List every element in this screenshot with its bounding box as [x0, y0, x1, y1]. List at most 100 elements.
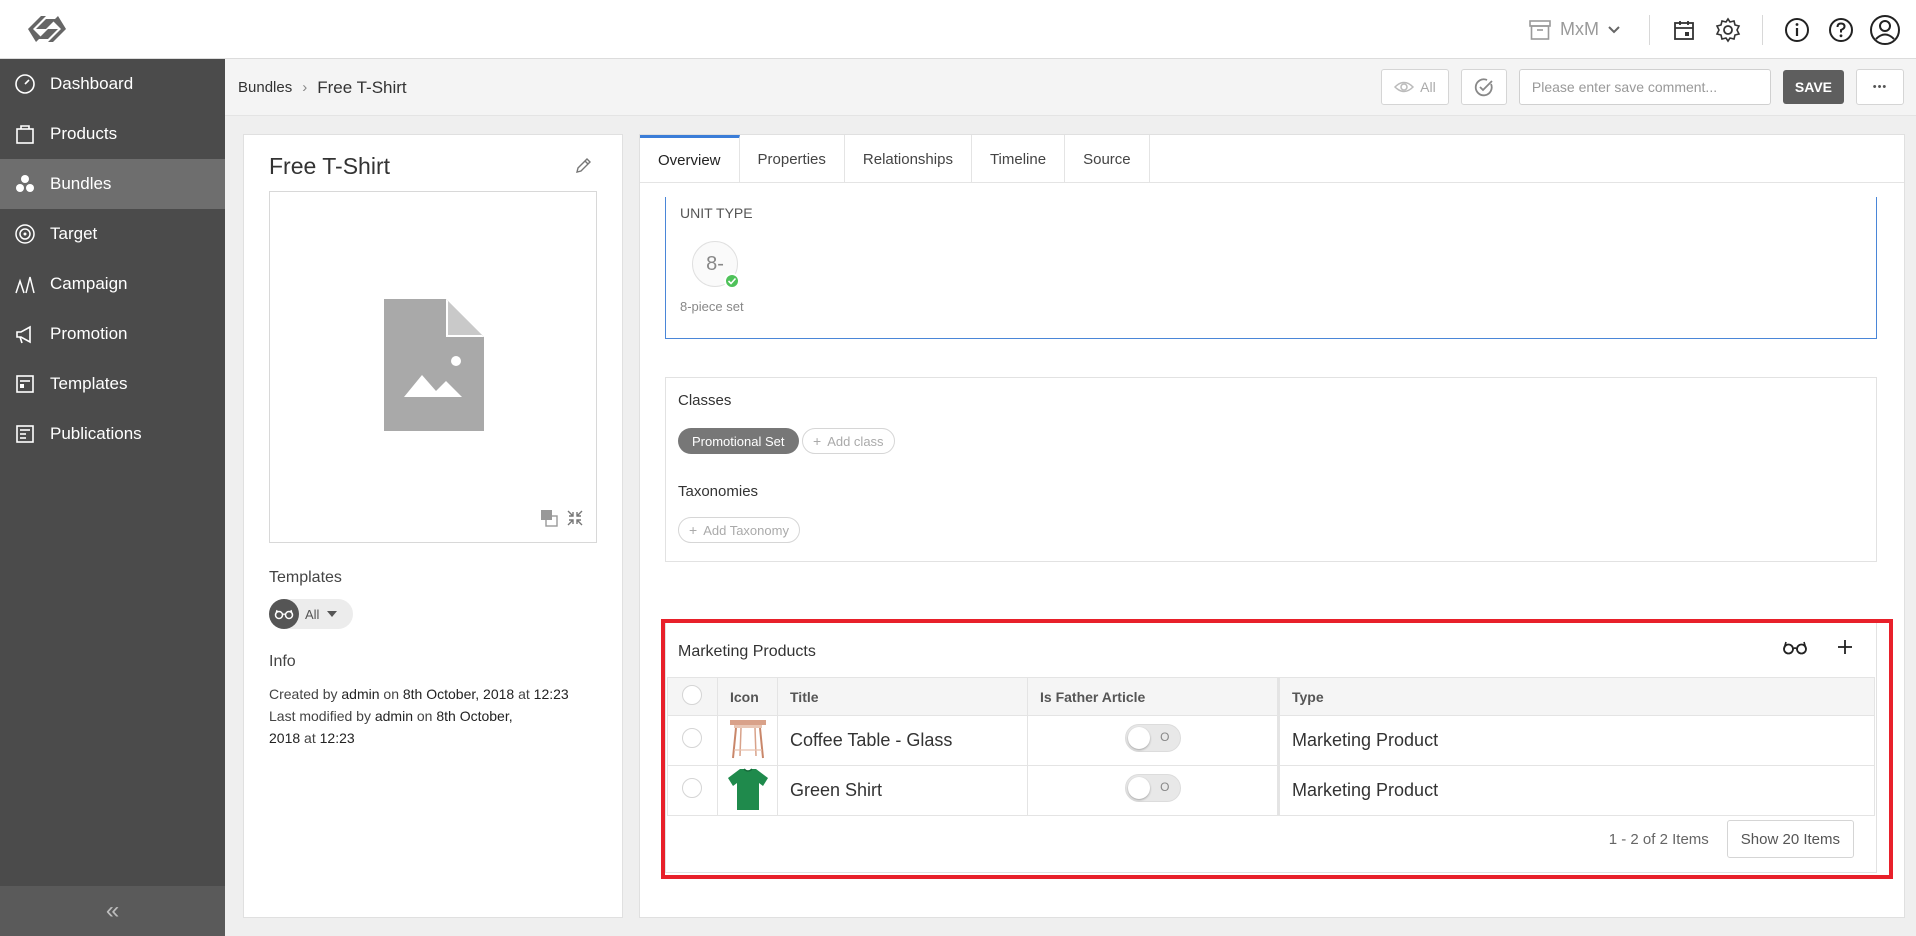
created-line: Created by admin on 8th October, 2018 at…: [269, 683, 599, 705]
calendar-icon[interactable]: [1667, 13, 1701, 47]
collapse-icon[interactable]: [566, 509, 584, 530]
more-icon: •••: [1872, 81, 1888, 93]
modified-date: 8th October,: [436, 708, 513, 724]
help-icon[interactable]: [1824, 13, 1858, 47]
product-thumbnail: [717, 765, 778, 816]
double-chevron-left-icon: «: [105, 897, 120, 924]
bundle-detail-panel: Overview Properties Relationships Timeli…: [639, 134, 1905, 918]
templates-selector[interactable]: All: [269, 599, 353, 629]
classes-label: Classes: [678, 392, 732, 409]
row-checkbox[interactable]: [667, 765, 718, 816]
unit-type-label: 8-piece set: [680, 299, 744, 314]
sidebar-item-label: Campaign: [50, 274, 128, 293]
pagination: 1 - 2 of 2 Items Show 20 Items: [1609, 820, 1854, 858]
tab-properties[interactable]: Properties: [740, 135, 845, 183]
sidebar-item-products[interactable]: Products: [0, 109, 225, 159]
sidebar-item-label: Dashboard: [50, 74, 134, 93]
check-button[interactable]: [1460, 69, 1507, 105]
table-row[interactable]: Green Shirt O Marketing Product: [667, 765, 1875, 816]
gear-icon[interactable]: [1711, 13, 1745, 47]
tab-timeline[interactable]: Timeline: [972, 135, 1066, 183]
row-checkbox[interactable]: [667, 715, 718, 766]
sidebar-item-publications[interactable]: Publications: [0, 409, 225, 459]
caret-down-icon: [327, 611, 338, 617]
column-header-father-article[interactable]: Is Father Article: [1027, 677, 1280, 716]
divider: [1762, 14, 1763, 45]
product-type: Marketing Product: [1278, 765, 1875, 816]
replace-image-icon[interactable]: [540, 509, 558, 530]
tab-relationships[interactable]: Relationships: [845, 135, 972, 183]
user-icon[interactable]: [1868, 13, 1902, 47]
breadcrumb-current: Free T-Shirt: [317, 77, 407, 97]
add-class-button[interactable]: + Add class: [802, 428, 895, 454]
sidebar-item-bundles[interactable]: Bundles: [0, 159, 225, 209]
created-prefix: Created by: [269, 686, 338, 702]
father-article-toggle[interactable]: O: [1124, 774, 1181, 802]
save-comment-input[interactable]: [1518, 69, 1771, 105]
breadcrumb-separator: ›: [302, 79, 308, 96]
pencil-icon[interactable]: [574, 157, 592, 178]
info-label: Info: [269, 653, 296, 670]
bundle-summary-panel: Free T-Shirt Templates All Info Created …: [243, 134, 623, 918]
unit-type-title: UNIT TYPE: [680, 205, 753, 221]
sidebar-item-dashboard[interactable]: Dashboard: [0, 59, 225, 109]
tab-source[interactable]: Source: [1065, 135, 1150, 183]
chevron-down-icon: [1608, 25, 1620, 33]
glasses-icon: [269, 599, 299, 629]
view-all-button[interactable]: All: [1380, 69, 1449, 105]
modified-line-2: 2018 at 12:23: [269, 727, 599, 749]
created-date: 8th October, 2018: [402, 686, 515, 702]
created-time: 12:23: [533, 686, 569, 702]
save-button[interactable]: SAVE: [1782, 70, 1844, 104]
product-title[interactable]: Coffee Table - Glass: [777, 715, 1028, 766]
app-logo-icon[interactable]: [22, 10, 72, 48]
sidebar-collapse-button[interactable]: «: [0, 886, 225, 936]
column-header-title[interactable]: Title: [777, 677, 1028, 716]
created-on: on: [383, 686, 399, 702]
sidebar-item-label: Target: [50, 224, 98, 243]
column-header-icon[interactable]: Icon: [717, 677, 778, 716]
toggle-off-label: O: [1160, 730, 1170, 744]
marketing-products-section: Marketing Products Icon Title Is Father …: [665, 621, 1877, 873]
modified-at: at: [304, 730, 316, 746]
unit-type-section: UNIT TYPE 8- 8-piece set: [665, 197, 1877, 339]
product-type: Marketing Product: [1278, 715, 1875, 766]
product-title[interactable]: Green Shirt: [777, 765, 1028, 816]
sidebar: Dashboard Products Bundles Target Campai…: [0, 59, 225, 936]
product-thumbnail: [717, 715, 778, 766]
campaign-icon: [14, 273, 36, 295]
promotion-icon: [14, 323, 36, 345]
catalog-selector[interactable]: MxM: [1528, 19, 1621, 41]
glasses-icon[interactable]: [1782, 639, 1808, 658]
add-marketing-product-icon[interactable]: [1836, 638, 1854, 659]
add-class-label: Add class: [827, 433, 884, 449]
info-icon[interactable]: [1780, 13, 1814, 47]
check-icon: [724, 273, 740, 289]
father-article-toggle[interactable]: O: [1124, 724, 1181, 752]
class-chip[interactable]: Promotional Set: [678, 428, 799, 454]
show-items-button[interactable]: Show 20 Items: [1726, 820, 1854, 858]
table-row[interactable]: Coffee Table - Glass O Marketing Product: [667, 715, 1875, 766]
modified-year: 2018: [269, 730, 301, 746]
sidebar-item-promotion[interactable]: Promotion: [0, 309, 225, 359]
add-taxonomy-button[interactable]: + Add Taxonomy: [678, 517, 800, 543]
sidebar-item-templates[interactable]: Templates: [0, 359, 225, 409]
bundle-image-area[interactable]: [269, 191, 597, 543]
image-placeholder-icon: [384, 299, 484, 434]
tab-overview[interactable]: Overview: [640, 135, 740, 183]
more-options-button[interactable]: •••: [1856, 69, 1904, 105]
column-header-type[interactable]: Type: [1278, 677, 1875, 716]
sidebar-item-label: Publications: [50, 424, 142, 443]
plus-icon: +: [689, 522, 698, 538]
bundle-title: Free T-Shirt: [269, 153, 390, 179]
select-all-checkbox[interactable]: [667, 677, 718, 716]
plus-icon: +: [813, 433, 822, 449]
breadcrumb: Bundles › Free T-Shirt: [238, 59, 407, 116]
marketing-products-title: Marketing Products: [678, 643, 816, 660]
sidebar-item-label: Bundles: [50, 174, 112, 193]
target-icon: [14, 223, 36, 245]
sidebar-item-target[interactable]: Target: [0, 209, 225, 259]
templates-label: Templates: [269, 569, 342, 586]
breadcrumb-root[interactable]: Bundles: [238, 79, 292, 96]
sidebar-item-campaign[interactable]: Campaign: [0, 259, 225, 309]
